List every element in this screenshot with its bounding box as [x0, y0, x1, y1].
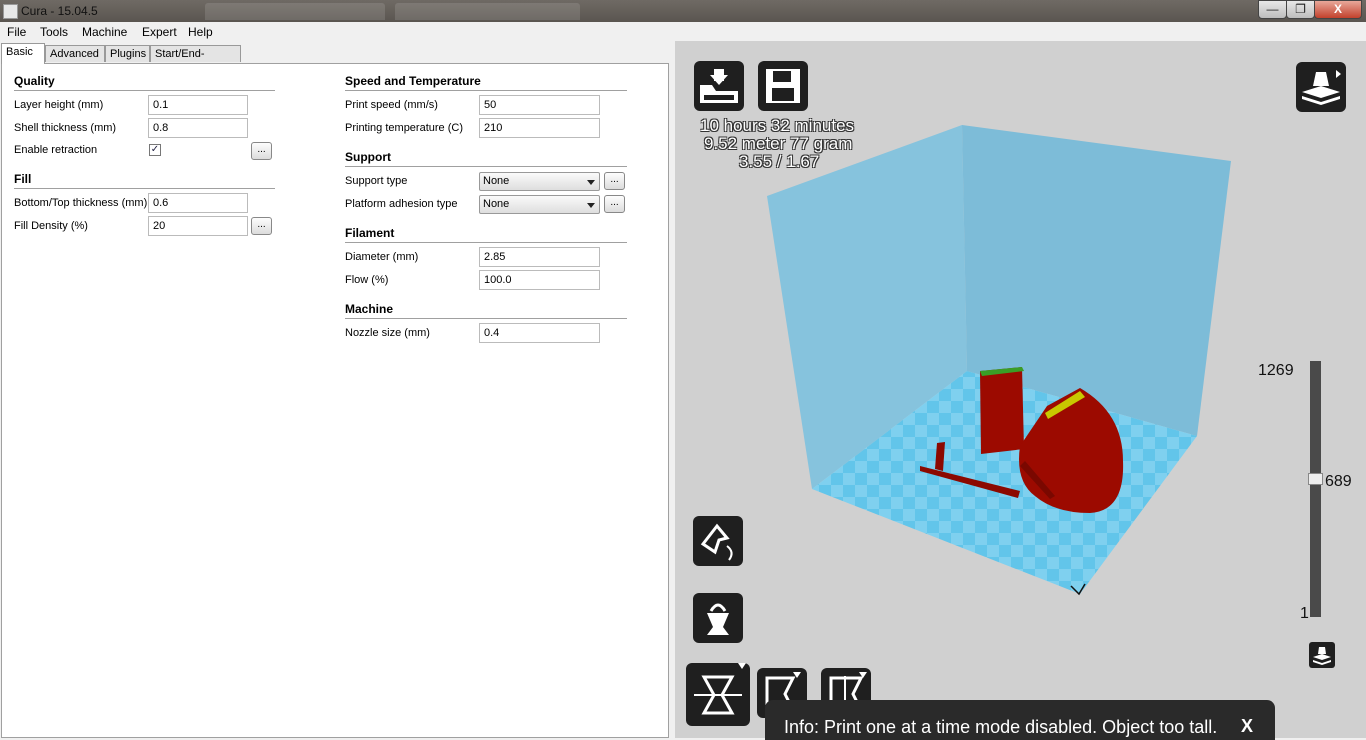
scale-icon — [707, 603, 729, 635]
platform-adhesion-select[interactable]: None — [479, 195, 600, 214]
window-title-bar: Cura - 15.04.5 — ❐ X — [0, 0, 1366, 22]
adhesion-settings-button[interactable]: ... — [604, 195, 625, 213]
platform-adhesion-value: None — [483, 198, 510, 210]
section-divider — [345, 318, 627, 319]
section-divider — [345, 242, 627, 243]
section-divider — [345, 90, 627, 91]
3d-viewport[interactable]: 10 hours 32 minutes 9.52 meter 77 gram 3… — [675, 41, 1366, 738]
rotate-icon — [700, 523, 733, 561]
section-divider — [345, 166, 627, 167]
window-title: Cura - 15.04.5 — [21, 4, 98, 18]
bottom-top-thickness-label: Bottom/Top thickness (mm) — [14, 197, 148, 209]
tab-advanced[interactable]: Advanced — [45, 45, 105, 62]
print-speed-input[interactable]: 50 — [479, 95, 600, 115]
tab-start-end-gcode[interactable]: Start/End-GCode — [150, 45, 241, 77]
machine-section-title: Machine — [345, 302, 394, 316]
menu-help[interactable]: Help — [188, 25, 213, 39]
info-notification-bar: Info: Print one at a time mode disabled.… — [765, 700, 1275, 740]
tab-basic[interactable]: Basic — [1, 43, 45, 64]
fill-section-title: Fill — [14, 172, 32, 186]
save-icon — [766, 69, 800, 103]
section-divider — [14, 90, 275, 91]
layer-height-input[interactable]: 0.1 — [148, 95, 248, 115]
layer-current-label: 689 — [1325, 473, 1352, 490]
print-time: 10 hours 32 minutes — [700, 116, 855, 135]
layer-max-label: 1269 — [1258, 362, 1294, 379]
diameter-label: Diameter (mm) — [345, 251, 419, 263]
layer-slider[interactable] — [1310, 361, 1321, 617]
info-close-button[interactable]: X — [1241, 716, 1253, 737]
support-section-title: Support — [345, 150, 391, 164]
basic-settings-panel: Quality Layer height (mm) 0.1 Shell thic… — [1, 63, 669, 738]
print-material: 9.52 meter 77 gram — [704, 134, 853, 153]
background-window-tab — [205, 3, 385, 20]
view-mode-button[interactable] — [1296, 62, 1346, 112]
fill-settings-button[interactable]: ... — [251, 217, 272, 235]
bottom-top-thickness-input[interactable]: 0.6 — [148, 193, 248, 213]
dropdown-arrow-icon — [587, 180, 595, 185]
menu-machine[interactable]: Machine — [82, 25, 127, 39]
close-button[interactable]: X — [1314, 0, 1362, 19]
dropdown-arrow-icon — [587, 203, 595, 208]
shell-thickness-input[interactable]: 0.8 — [148, 118, 248, 138]
app-icon — [3, 4, 18, 19]
flow-label: Flow (%) — [345, 274, 389, 286]
printing-temperature-input[interactable]: 210 — [479, 118, 600, 138]
load-icon — [700, 69, 738, 103]
fill-density-label: Fill Density (%) — [14, 220, 88, 232]
tab-plugins[interactable]: Plugins — [105, 45, 150, 62]
filament-section-title: Filament — [345, 226, 395, 240]
save-toolpath-button[interactable] — [758, 61, 808, 111]
print-speed-label: Print speed (mm/s) — [345, 99, 438, 111]
nozzle-size-input[interactable]: 0.4 — [479, 323, 600, 343]
scale-tool-button[interactable] — [693, 593, 743, 643]
shell-thickness-label: Shell thickness (mm) — [14, 122, 117, 134]
menu-bar: File Tools Machine Expert Help — [0, 22, 1366, 41]
load-model-button[interactable] — [694, 61, 744, 111]
quality-section-title: Quality — [14, 74, 55, 88]
layer-view-icon — [1313, 647, 1331, 665]
platform-adhesion-label: Platform adhesion type — [345, 198, 458, 210]
maximize-button[interactable]: ❐ — [1286, 0, 1315, 19]
diameter-input[interactable]: 2.85 — [479, 247, 600, 267]
mirror-tool-button[interactable] — [686, 663, 750, 726]
speed-temperature-section-title: Speed and Temperature — [345, 74, 481, 88]
layer-min-label: 1 — [1300, 605, 1309, 622]
flow-input[interactable]: 100.0 — [479, 270, 600, 290]
support-type-select[interactable]: None — [479, 172, 600, 191]
support-settings-button[interactable]: ... — [604, 172, 625, 190]
print-cost: 3.55 / 1.67 — [739, 152, 820, 171]
layer-slider-handle[interactable] — [1308, 473, 1323, 485]
menu-expert[interactable]: Expert — [142, 25, 177, 39]
support-type-label: Support type — [345, 175, 408, 187]
mirror-icon — [694, 663, 746, 715]
support-type-value: None — [483, 175, 510, 187]
printing-temperature-label: Printing temperature (C) — [345, 122, 463, 134]
enable-retraction-label: Enable retraction — [14, 144, 98, 156]
menu-tools[interactable]: Tools — [40, 25, 68, 39]
info-message: Info: Print one at a time mode disabled.… — [784, 717, 1218, 737]
view-mode-icon — [1302, 70, 1341, 105]
layer-height-label: Layer height (mm) — [14, 99, 104, 111]
menu-file[interactable]: File — [7, 25, 26, 39]
background-window-tab — [395, 3, 580, 20]
retraction-settings-button[interactable]: ... — [251, 142, 272, 160]
layer-view-button[interactable] — [1309, 642, 1335, 668]
minimize-button[interactable]: — — [1258, 0, 1287, 19]
section-divider — [14, 188, 275, 189]
nozzle-size-label: Nozzle size (mm) — [345, 327, 430, 339]
enable-retraction-checkbox[interactable]: ✓ — [149, 144, 161, 156]
fill-density-input[interactable]: 20 — [148, 216, 248, 236]
rotate-tool-button[interactable] — [693, 516, 743, 566]
